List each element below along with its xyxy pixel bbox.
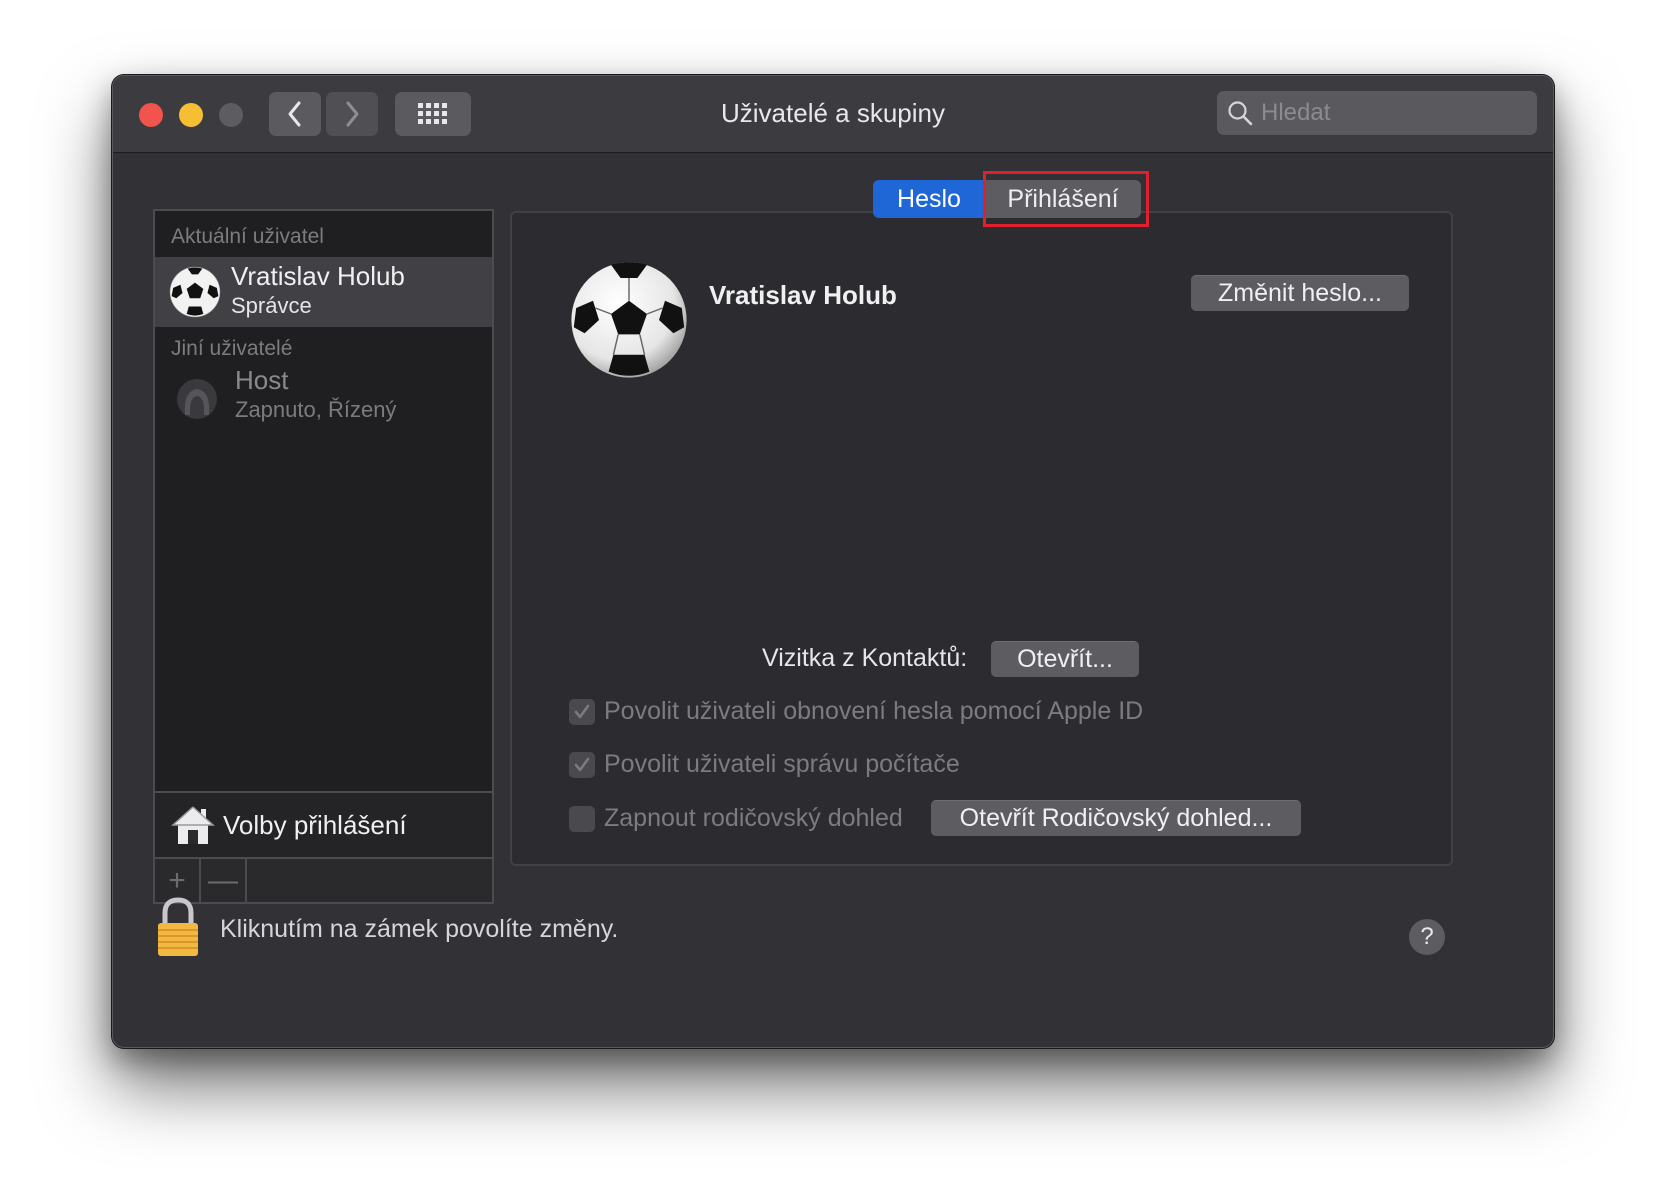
soccer-ball-avatar-icon[interactable] [569,260,689,380]
current-user-name: Vratislav Holub [231,261,405,291]
sidebar-item-current-user[interactable]: Vratislav Holub Správce [155,257,492,327]
back-button[interactable] [269,92,321,136]
open-parental-control-button[interactable]: Otevřít Rodičovský dohled... [931,800,1301,836]
sidebar-item-guest[interactable]: Host Zapnuto, Řízený [155,365,492,431]
parental-control-option: Zapnout rodičovský dohled [569,804,903,833]
search-input[interactable] [1261,99,1521,127]
search-field[interactable] [1217,91,1537,135]
grid-icon [418,103,447,124]
help-button[interactable]: ? [1409,919,1445,955]
close-window-button[interactable] [139,103,163,127]
change-password-button[interactable]: Změnit heslo... [1191,275,1409,311]
open-contacts-button[interactable]: Otevřít... [991,641,1139,677]
preferences-window: Uživatelé a skupiny Aktuální uživatel Vr… [112,75,1554,1048]
forward-chevron-icon [346,101,359,127]
show-all-button[interactable] [395,92,471,136]
window-title: Uživatelé a skupiny [721,98,945,128]
user-details-panel: Vratislav Holub Změnit heslo... Vizitka … [510,211,1453,866]
checkmark-icon [574,757,590,771]
sidebar-button-bar: + — [155,859,492,902]
login-options-label: Volby přihlášení [223,810,407,840]
other-users-header: Jiní uživatelé [171,337,293,360]
tab-password[interactable]: Heslo [873,180,985,218]
lock-icon[interactable] [155,896,201,958]
back-chevron-icon [288,101,301,127]
contacts-card-label: Vizitka z Kontaktů: [762,644,968,672]
parental-control-label: Zapnout rodičovský dohled [604,804,903,832]
apple-id-reset-label: Povolit uživateli obnovení hesla pomocí … [604,697,1144,725]
soccer-ball-avatar-icon [169,266,221,318]
tab-bar: Heslo Přihlášení [873,180,1141,218]
apple-id-reset-option: Povolit uživateli obnovení hesla pomocí … [569,697,1143,726]
lock-hint-text: Kliknutím na zámek povolíte změny. [220,915,619,943]
parental-control-checkbox[interactable] [569,805,595,832]
guest-user-status: Zapnuto, Řízený [235,397,397,422]
zoom-window-button[interactable] [219,103,243,127]
apple-id-reset-checkbox[interactable] [569,698,595,725]
remove-user-button[interactable]: — [201,859,247,902]
search-icon [1228,101,1253,126]
admin-label: Povolit uživateli správu počítače [604,750,960,778]
guest-user-icon [177,379,217,419]
admin-option: Povolit uživateli správu počítače [569,750,960,779]
minimize-window-button[interactable] [179,103,203,127]
user-full-name: Vratislav Holub [709,280,897,310]
admin-checkbox[interactable] [569,751,595,778]
current-user-role: Správce [231,293,312,318]
current-user-header: Aktuální uživatel [171,225,324,248]
house-icon [171,806,215,844]
forward-button[interactable] [326,92,378,136]
title-bar: Uživatelé a skupiny [113,76,1553,153]
login-options-item[interactable]: Volby přihlášení [155,791,492,859]
users-sidebar: Aktuální uživatel Vratislav Holub Správc… [153,209,494,904]
checkmark-icon [574,704,590,718]
guest-user-name: Host [235,365,289,395]
tab-login-items[interactable]: Přihlášení [985,180,1141,218]
